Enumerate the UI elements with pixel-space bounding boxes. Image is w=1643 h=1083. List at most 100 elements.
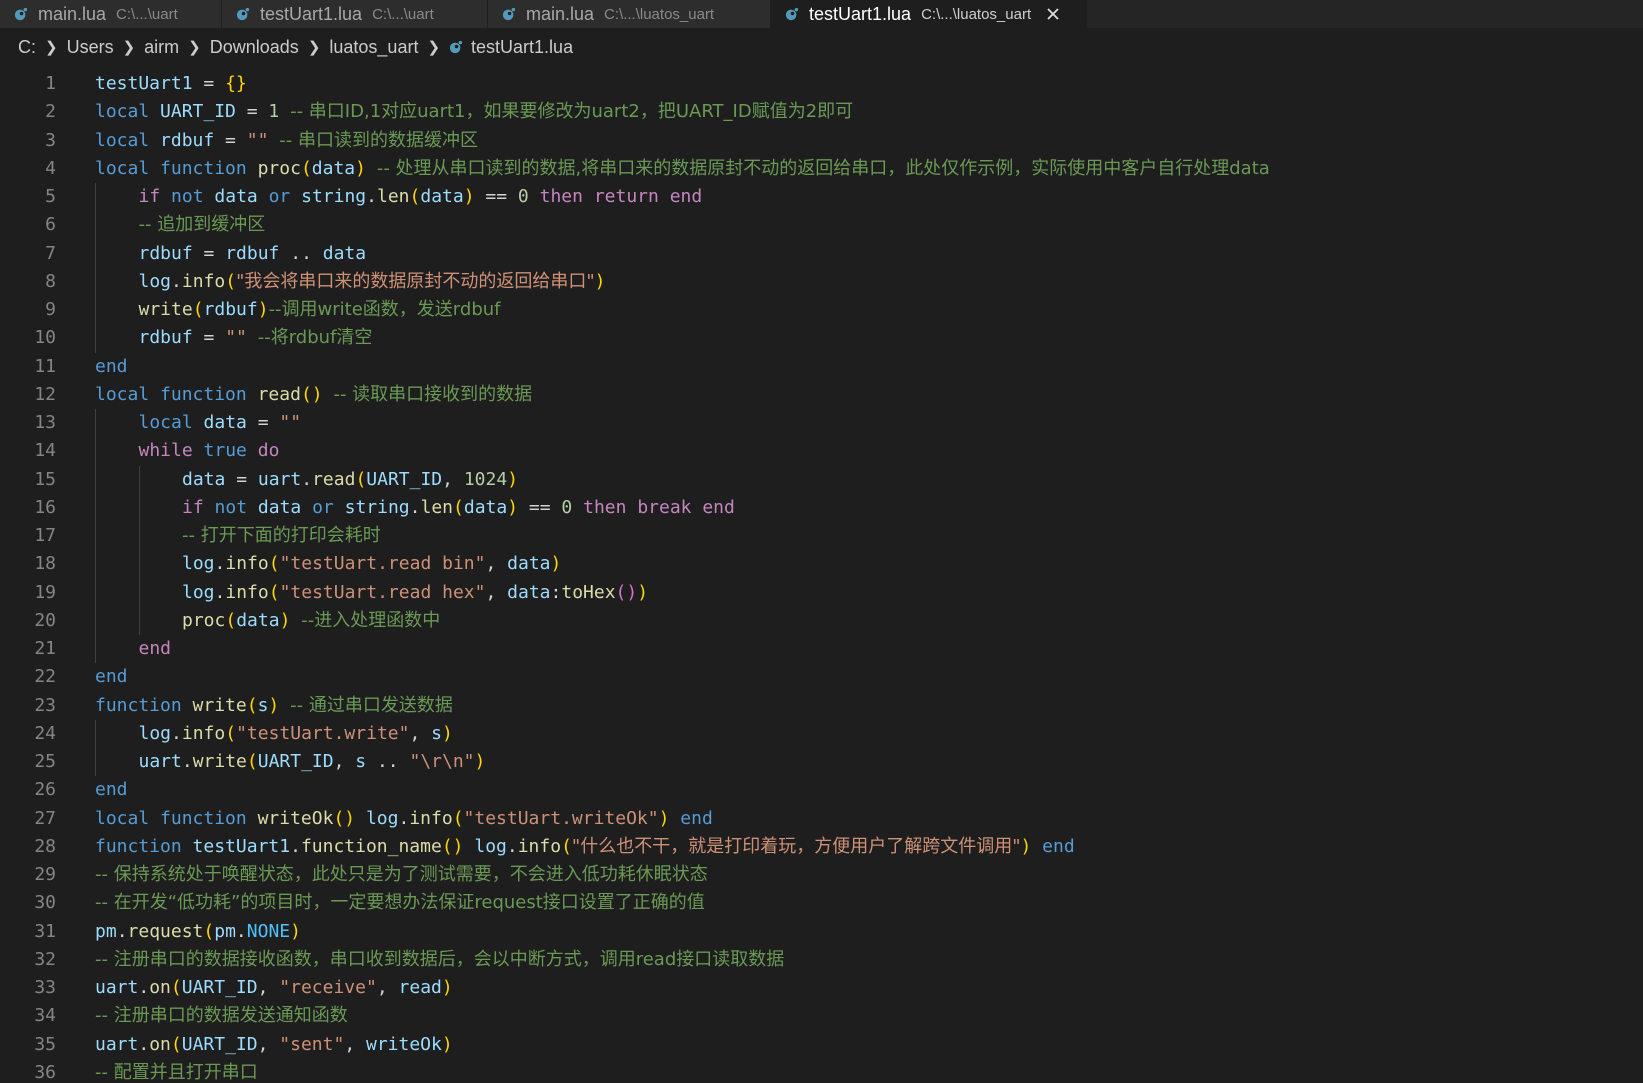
code-token: -- 处理从串口读到的数据,将串口来的数据原封不动的返回给串口，此处仅作示例，实… — [376, 157, 1270, 179]
code-token: ( — [300, 157, 312, 179]
indent-guide — [138, 522, 140, 551]
code-line[interactable]: 30 -- 在开发“低功耗”的项目时，一定要想办法保证request接口设置了正确… — [0, 889, 1643, 917]
close-icon[interactable] — [1045, 6, 1061, 22]
code-token: -- 串口ID,1对应uart1，如果要修改为uart2，把UART_ID赋值为… — [290, 101, 854, 123]
code-line[interactable]: 23 function write(s) -- 通过串口发送数据 — [0, 692, 1643, 720]
code-line[interactable]: 20 proc(data) --进入处理函数中 — [0, 606, 1643, 635]
breadcrumb-item[interactable]: airm — [144, 37, 179, 58]
code-line[interactable]: 17 -- 打开下面的打印会耗时 — [0, 522, 1643, 551]
code-line[interactable]: 27 local function writeOk() log.info("tes… — [0, 805, 1643, 833]
code-token: local — [95, 807, 150, 829]
indent-guide — [95, 522, 96, 551]
line-number: 3 — [45, 129, 56, 151]
line-number: 36 — [34, 1061, 56, 1083]
editor-tab-4[interactable]: testUart1.lua C:\...\luatos_uart — [771, 0, 1087, 28]
breadcrumb-item[interactable]: C: — [18, 37, 36, 58]
code-line[interactable]: 14 while true do — [0, 437, 1643, 466]
chevron-right-icon: ❯ — [307, 38, 321, 56]
code-token: -- 打开下面的打印会耗时 — [182, 525, 381, 546]
code-line[interactable]: 35 uart.on(UART_ID, "sent", writeOk) — [0, 1031, 1643, 1059]
line-number: 34 — [34, 1005, 56, 1027]
code-line[interactable]: 10 rdbuf = "" --将rdbuf清空 — [0, 324, 1643, 353]
code-line[interactable]: 36 -- 配置并且打开串口 — [0, 1059, 1643, 1083]
line-number: 24 — [34, 722, 56, 744]
breadcrumb-item[interactable]: Downloads — [210, 37, 299, 58]
code-area[interactable]: 1 testUart1 = {} 2 local UART_ID = 1 -- 串口I… — [0, 70, 1643, 1083]
line-number: 6 — [45, 214, 56, 236]
code-token: writeOk — [366, 1033, 442, 1055]
breadcrumb-item[interactable]: Users — [67, 37, 114, 58]
code-line[interactable]: 24 log.info("testUart.write", s) — [0, 719, 1643, 748]
code-line[interactable]: 5 if not data or string.len(data) == 0 th… — [0, 183, 1643, 212]
code-token: 0 — [561, 496, 573, 518]
line-number: 32 — [34, 948, 56, 970]
code-token: UART_ID — [181, 1033, 258, 1055]
code-token: ( — [355, 468, 367, 490]
code-token: "testUart.write" — [236, 722, 410, 744]
code-token: rdbuf — [160, 129, 215, 151]
code-token: . — [409, 496, 421, 518]
code-text: log.info("testUart.read bin", data) — [182, 550, 561, 578]
code-token: ) — [290, 920, 301, 942]
code-line[interactable]: 28 function testUart1.function_name() log… — [0, 833, 1643, 861]
code-line[interactable]: 26 end — [0, 776, 1643, 804]
code-line[interactable]: 13 local data = "" — [0, 409, 1643, 438]
code-token: end — [680, 807, 713, 829]
code-line[interactable]: 6 -- 追加到缓冲区 — [0, 211, 1643, 240]
code-line[interactable]: 32 -- 注册串口的数据接收函数，串口收到数据后，会以中断方式，调用read接口… — [0, 946, 1643, 974]
code-token: then — [539, 186, 583, 207]
line-number: 33 — [34, 977, 56, 998]
code-line[interactable]: 12 local function read() -- 读取串口接收到的数据 — [0, 381, 1643, 409]
code-line[interactable]: 18 log.info("testUart.read bin", data) — [0, 550, 1643, 579]
line-number: 18 — [34, 553, 56, 575]
code-line[interactable]: 7 rdbuf = rdbuf .. data — [0, 239, 1643, 268]
code-text: local function read() -- 读取串口接收到的数据 — [95, 381, 532, 409]
code-line[interactable]: 1 testUart1 = {} — [0, 70, 1643, 98]
code-line[interactable]: 15 data = uart.read(UART_ID, 1024) — [0, 465, 1643, 494]
code-editor[interactable]: main.lua C:\...\uart testUart1.lua C:\..… — [0, 0, 1643, 1083]
code-line[interactable]: 33 uart.on(UART_ID, "receive", read) — [0, 974, 1643, 1002]
breadcrumb-item[interactable]: luatos_uart — [329, 37, 418, 58]
indent-guide — [138, 606, 140, 635]
code-token: ( — [452, 807, 464, 829]
code-line[interactable]: 3 local rdbuf = "" -- 串口读到的数据缓冲区 — [0, 127, 1643, 155]
editor-tab-2[interactable]: testUart1.lua C:\...\uart — [222, 0, 488, 28]
code-token: function — [160, 383, 247, 405]
breadcrumb-file[interactable]: testUart1.lua — [471, 37, 573, 58]
code-token: data — [322, 242, 367, 264]
line-number: 28 — [34, 835, 56, 857]
code-token: if — [138, 186, 161, 207]
tab-filename: testUart1.lua — [260, 3, 363, 24]
code-line[interactable]: 21 end — [0, 635, 1643, 664]
code-line[interactable]: 22 end — [0, 663, 1643, 691]
code-line[interactable]: 25 uart.write(UART_ID, s .. "\r\n") — [0, 748, 1643, 777]
code-line[interactable]: 2 local UART_ID = 1 -- 串口ID,1对应uart1，如果要修… — [0, 98, 1643, 126]
code-line[interactable]: 19 log.info("testUart.read hex", data:toH… — [0, 578, 1643, 607]
code-line[interactable]: 34 -- 注册串口的数据发送通知函数 — [0, 1002, 1643, 1030]
code-token: proc — [257, 157, 301, 179]
code-token: , — [376, 977, 399, 998]
tab-filepath: C:\...\luatos_uart — [604, 5, 715, 23]
code-token: == — [474, 186, 518, 207]
code-line[interactable]: 11 end — [0, 353, 1643, 381]
code-line[interactable]: 4 local function proc(data) -- 处理从串口读到的数据… — [0, 155, 1643, 183]
editor-tab-3[interactable]: main.lua C:\...\luatos_uart — [488, 0, 771, 28]
editor-tab-1[interactable]: main.lua C:\...\uart — [0, 0, 222, 28]
code-line[interactable]: 9 write(rdbuf)--调用write函数，发送rdbuf — [0, 296, 1643, 325]
code-token: ) — [441, 722, 453, 744]
code-text: log.info("testUart.write", s) — [139, 720, 453, 748]
code-token: "testUart.writeOk" — [463, 807, 659, 829]
code-line[interactable]: 8 log.info("我会将串口来的数据原封不动的返回给串口") — [0, 267, 1643, 296]
code-token: writeOk — [257, 807, 334, 829]
code-token: data — [257, 496, 302, 518]
code-line[interactable]: 31 pm.request(pm.NONE) — [0, 918, 1643, 946]
code-line[interactable]: 16 if not data or string.len(data) == 0 t… — [0, 493, 1643, 522]
code-line[interactable]: 29 -- 保持系统处于唤醒状态，此处只是为了测试需要，不会进入低功耗休眠状态 — [0, 861, 1643, 889]
code-text: proc(data) --进入处理函数中 — [182, 607, 440, 635]
